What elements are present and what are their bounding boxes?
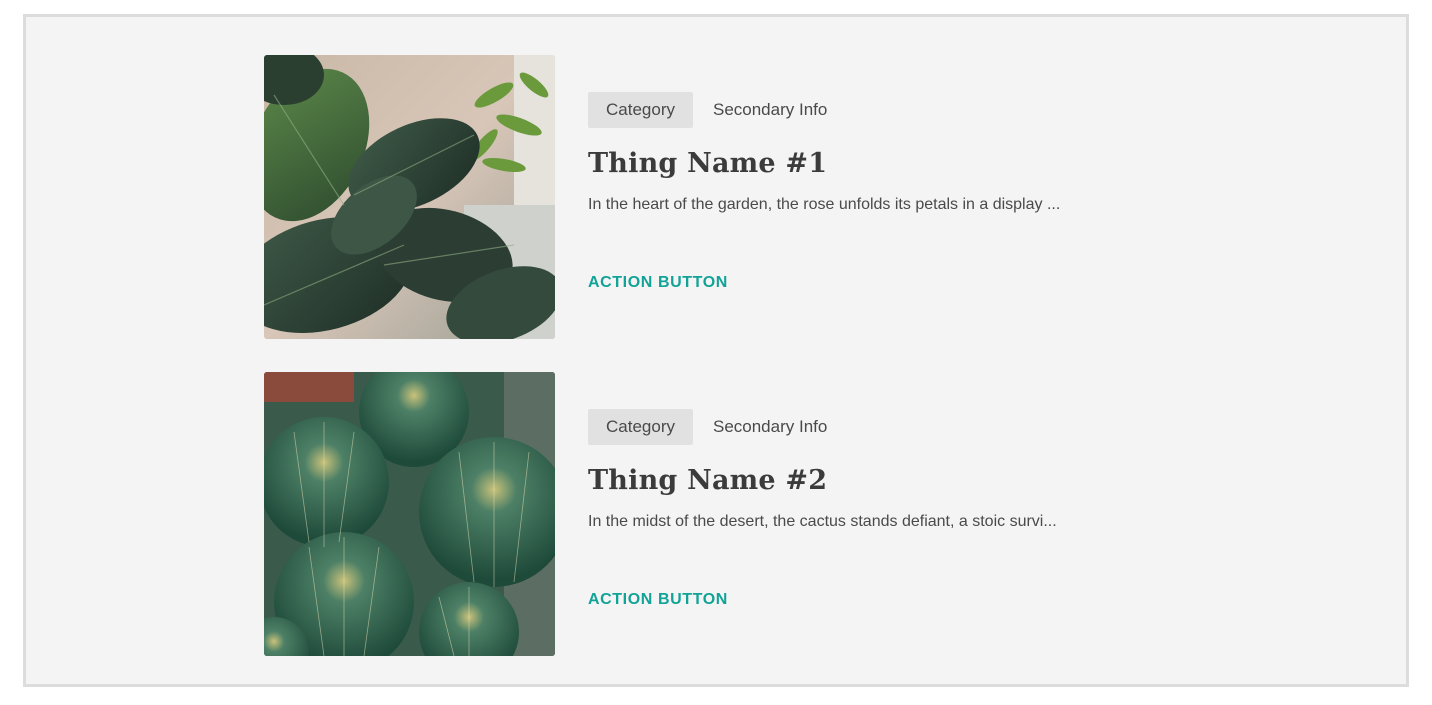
- item-title: Thing Name #2: [588, 465, 828, 496]
- barrel-cactus-photo: [264, 372, 555, 656]
- item-description: In the heart of the garden, the rose unf…: [588, 196, 1061, 213]
- item-info: Category Secondary Info Thing Name #2 In…: [588, 409, 1228, 610]
- list-item: Category Secondary Info Thing Name #2 In…: [264, 372, 1164, 656]
- action-button[interactable]: ACTION BUTTON: [588, 273, 728, 293]
- secondary-info: Secondary Info: [712, 100, 828, 119]
- item-description: In the midst of the desert, the cactus s…: [588, 513, 1057, 530]
- list-container: Category Secondary Info Thing Name #1 In…: [23, 14, 1409, 687]
- item-title: Thing Name #1: [588, 148, 828, 179]
- list-item: Category Secondary Info Thing Name #1 In…: [264, 55, 1164, 339]
- category-tag: Category: [588, 409, 693, 445]
- category-tag: Category: [588, 92, 693, 128]
- meta-row: Category Secondary Info: [588, 409, 1228, 445]
- plant-image: [264, 55, 555, 339]
- fiddle-leaf-fig-photo: [264, 55, 555, 339]
- secondary-info: Secondary Info: [712, 417, 828, 436]
- action-button[interactable]: ACTION BUTTON: [588, 590, 728, 610]
- plant-image: [264, 372, 555, 656]
- item-info: Category Secondary Info Thing Name #1 In…: [588, 92, 1228, 293]
- meta-row: Category Secondary Info: [588, 92, 1228, 128]
